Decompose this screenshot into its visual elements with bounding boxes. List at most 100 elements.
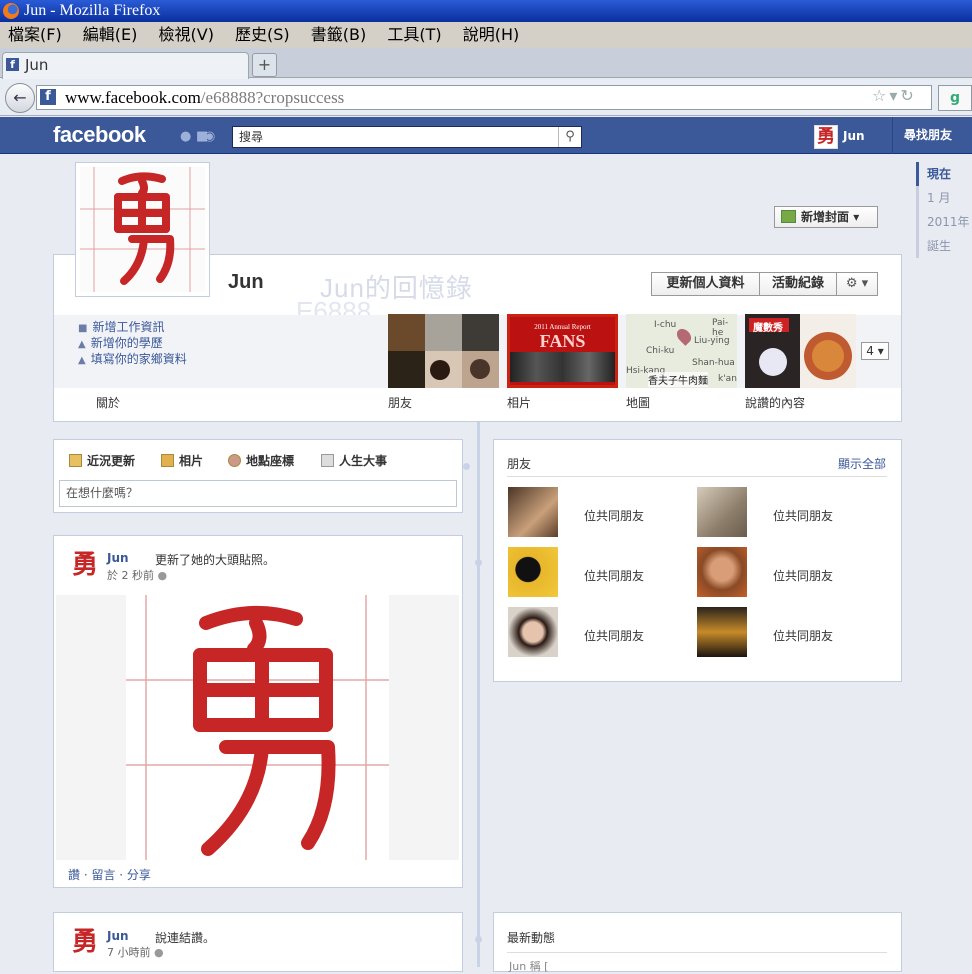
menu-view[interactable]: 檢視(V)	[159, 25, 214, 44]
photos-thumb-strip	[510, 352, 615, 382]
tab-life-event[interactable]: 人生大事	[321, 450, 387, 472]
friend-mutual-count: 位共同朋友	[773, 509, 834, 523]
friend-mutual-count: 位共同朋友	[773, 569, 834, 583]
more-count: 4	[866, 344, 874, 358]
recent-activity-title: 最新動態	[507, 931, 556, 945]
friends-collage-image	[388, 314, 499, 388]
timeline-nav-now[interactable]: 現在	[916, 162, 972, 186]
back-button[interactable]: ←	[5, 83, 35, 113]
section-about[interactable]: 關於	[96, 394, 120, 411]
add-education-link[interactable]: ▲ 新增你的學歷	[78, 335, 163, 351]
window-title-bar: Jun - Mozilla Firefox	[0, 0, 972, 22]
story-actions[interactable]: 讚 · 留言 · 分享	[68, 866, 151, 883]
menu-history[interactable]: 歷史(S)	[235, 25, 290, 44]
story-time[interactable]: 於 2 秒前 ●	[107, 567, 167, 583]
audience-icon[interactable]: ●	[158, 569, 168, 582]
story-photo[interactable]	[56, 595, 459, 860]
photos-thumbnail[interactable]: 2011 Annual Report FANS	[507, 314, 618, 388]
friend-photo[interactable]	[697, 547, 747, 597]
browser-tab[interactable]: Jun	[2, 52, 249, 79]
tab-status-label: 近況更新	[87, 454, 136, 468]
gear-icon: ⚙ ▾	[845, 276, 869, 291]
menu-file[interactable]: 檔案(F)	[8, 25, 62, 44]
tab-life-event-label: 人生大事	[339, 454, 388, 468]
status-input[interactable]: 在想什麼嗎？	[59, 480, 457, 507]
friend-photo[interactable]	[508, 607, 558, 657]
facebook-logo[interactable]: facebook	[53, 122, 146, 148]
menu-help[interactable]: 說明(H)	[463, 25, 520, 44]
timeline-dot	[475, 936, 482, 943]
friends-thumbnail[interactable]	[388, 314, 499, 388]
star-icon[interactable]: ☆	[872, 86, 889, 105]
activity-log-button[interactable]: 活動紀錄	[759, 272, 837, 296]
map-caption: 香夫子牛肉麵	[648, 372, 708, 387]
tab-status[interactable]: 近況更新	[69, 450, 135, 472]
add-work-link[interactable]: ■ 新增工作資訊	[78, 319, 164, 335]
map-thumbnail[interactable]: I-chu Pai-he Chi-ku Liu-ying Shan-hua Hs…	[626, 314, 737, 388]
timeline-nav-january[interactable]: 1 月	[919, 186, 972, 210]
story-author[interactable]: Jun	[107, 929, 129, 943]
section-likes[interactable]: 說讚的內容	[745, 394, 805, 411]
tab-photo[interactable]: 相片	[161, 450, 203, 472]
firefox-icon	[3, 3, 19, 19]
tab-photo-label: 相片	[179, 454, 204, 468]
menu-tools[interactable]: 工具(T)	[387, 25, 441, 44]
add-hometown-label: 填寫你的家鄉資料	[90, 352, 187, 366]
photo-icon	[161, 454, 174, 467]
reload-icon[interactable]: ↻	[900, 86, 916, 105]
menu-edit[interactable]: 編輯(E)	[83, 25, 138, 44]
timeline-nav-2011[interactable]: 2011年	[919, 210, 972, 234]
location-pin-icon	[228, 454, 241, 467]
friend-requests-icon[interactable]: ●	[180, 130, 195, 143]
update-info-button[interactable]: 更新個人資料	[651, 272, 760, 296]
section-photos[interactable]: 相片	[507, 394, 531, 411]
settings-menu-button[interactable]: ⚙ ▾	[836, 272, 878, 296]
friends-card-title[interactable]: 朋友	[507, 455, 531, 472]
search-button[interactable]: ⚲	[558, 127, 581, 147]
timeline-nav-born[interactable]: 誕生	[919, 234, 972, 258]
likes-thumbnail[interactable]: 魔數秀	[745, 314, 856, 388]
more-sections-button[interactable]: 4 ▾	[861, 342, 889, 360]
dropdown-icon[interactable]: ▾	[889, 86, 900, 105]
add-hometown-link[interactable]: ▲ 填寫你的家鄉資料	[78, 351, 187, 367]
user-name-link[interactable]: Jun	[843, 129, 865, 143]
map-label: k'an	[718, 374, 737, 384]
friend-photo[interactable]	[508, 487, 558, 537]
timeline-dot	[475, 559, 482, 566]
graduation-icon: ▲	[78, 339, 86, 350]
add-education-label: 新增你的學歷	[90, 336, 163, 350]
url-bar[interactable]: www.facebook.com/e68888?cropsuccess	[36, 85, 932, 110]
menu-bookmarks[interactable]: 書籤(B)	[311, 25, 366, 44]
audience-icon[interactable]: ●	[154, 946, 164, 959]
story-avatar[interactable]: 勇	[68, 926, 102, 960]
seal-glyph-image	[80, 167, 205, 292]
story-time-label: 7 小時前	[107, 946, 151, 959]
story-author[interactable]: Jun	[107, 551, 129, 565]
story-avatar[interactable]: 勇	[68, 549, 102, 583]
url-domain: www.facebook.com	[65, 88, 201, 107]
site-identity-icon[interactable]: f	[40, 89, 56, 105]
profile-picture-image	[80, 167, 205, 292]
google-icon: g	[949, 90, 961, 106]
story-time[interactable]: 7 小時前 ●	[107, 944, 164, 960]
notifications-icon[interactable]: ◉	[204, 130, 219, 143]
friend-photo[interactable]	[697, 607, 747, 657]
friend-photo[interactable]	[508, 547, 558, 597]
profile-picture[interactable]	[75, 162, 210, 297]
search-input[interactable]: 搜尋	[232, 126, 582, 148]
section-friends[interactable]: 朋友	[388, 394, 412, 411]
friend-mutual-count: 位共同朋友	[584, 629, 645, 643]
new-tab-button[interactable]: +	[252, 53, 277, 77]
user-avatar[interactable]: 勇	[814, 125, 838, 149]
recent-activity-item[interactable]: Jun 稱 [	[509, 958, 548, 974]
show-all-friends-link[interactable]: 顯示全部	[838, 455, 886, 472]
search-engine-button[interactable]: g	[938, 85, 972, 111]
profile-name: Jun	[228, 271, 264, 293]
story-time-label: 於 2 秒前	[107, 569, 154, 582]
friend-photo[interactable]	[697, 487, 747, 537]
map-label: Shan-hua	[692, 358, 735, 368]
find-friends-link[interactable]: 尋找朋友	[892, 117, 972, 154]
tab-place[interactable]: 地點座標	[228, 450, 294, 472]
section-map[interactable]: 地圖	[626, 394, 650, 411]
status-icon	[69, 454, 82, 467]
